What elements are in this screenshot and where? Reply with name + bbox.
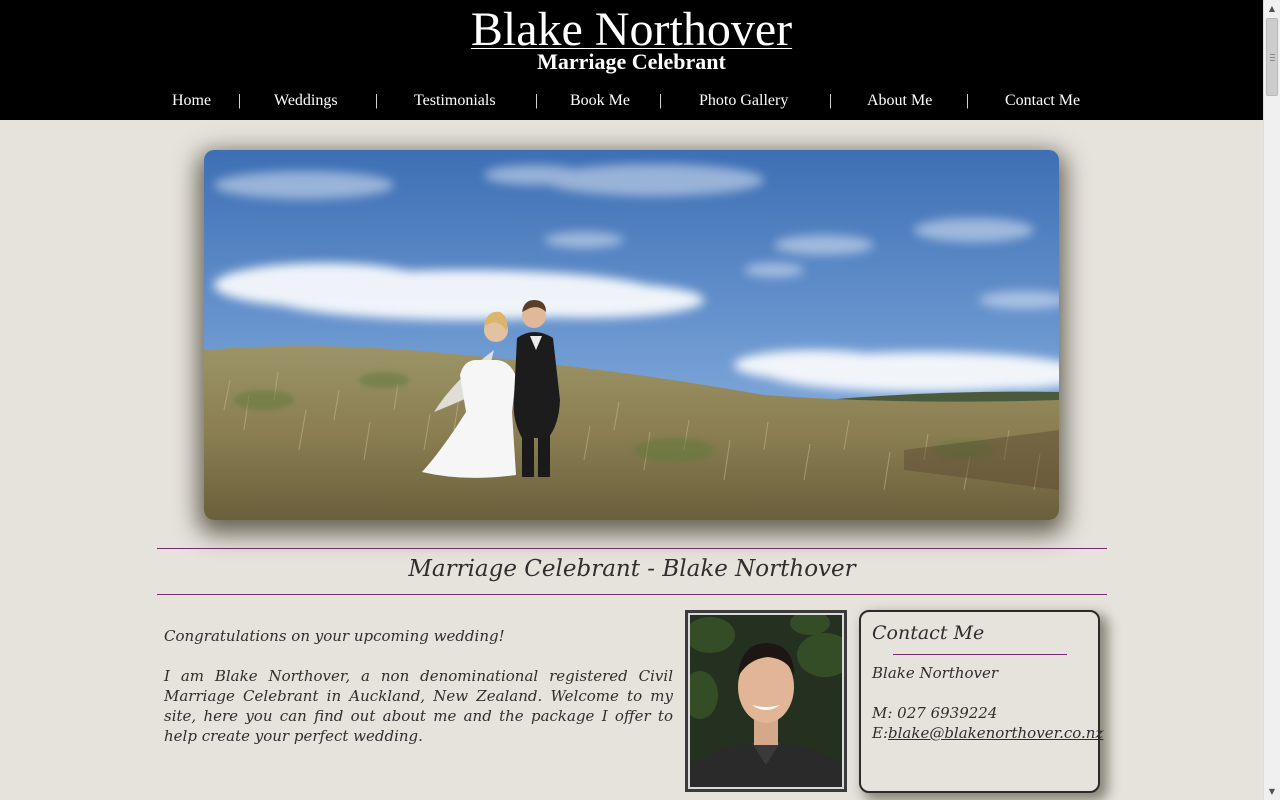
hero-image: [204, 150, 1059, 520]
contact-heading: Contact Me: [872, 622, 985, 644]
main-nav: Home | Weddings | Testimonials | Book Me…: [0, 92, 1263, 116]
email-link[interactable]: blake@blakenorthover.co.nz: [888, 724, 1103, 742]
intro-greeting: Congratulations on your upcoming wedding…: [164, 627, 505, 645]
contact-name: Blake Northover: [872, 664, 999, 682]
email-prefix: E:: [872, 724, 889, 742]
contact-box: Contact Me Blake Northover M: 027 693922…: [859, 610, 1103, 793]
nav-weddings[interactable]: Weddings: [274, 92, 338, 110]
nav-separator: |: [535, 92, 539, 109]
site-subtitle: Marriage Celebrant: [537, 49, 726, 74]
scroll-up-arrow-icon[interactable]: ▲: [1264, 0, 1280, 17]
nav-home[interactable]: Home: [172, 92, 211, 110]
nav-separator: |: [659, 92, 663, 109]
nav-about-me[interactable]: About Me: [867, 92, 932, 110]
page-heading: Marriage Celebrant - Blake Northover: [408, 556, 856, 582]
nav-testimonials[interactable]: Testimonials: [414, 92, 496, 110]
nav-separator: |: [375, 92, 379, 109]
title-rule-top: [157, 548, 1107, 549]
scrollbar-thumb[interactable]: [1266, 18, 1278, 96]
nav-photo-gallery[interactable]: Photo Gallery: [699, 92, 788, 110]
nav-contact-me[interactable]: Contact Me: [1005, 92, 1080, 110]
nav-separator: |: [829, 92, 833, 109]
intro-body: I am Blake Northover, a non denomination…: [164, 667, 673, 745]
vertical-scrollbar[interactable]: ▲ ▼: [1263, 0, 1280, 800]
intro-text: Congratulations on your upcoming wedding…: [164, 626, 673, 746]
title-rule-bottom: [157, 594, 1107, 595]
wedding-photo: [204, 150, 1059, 520]
site-header: Blake Northover Marriage Celebrant Home …: [0, 0, 1263, 120]
nav-separator: |: [238, 92, 242, 109]
contact-mobile: M: 027 6939224: [872, 704, 998, 722]
scroll-down-arrow-icon[interactable]: ▼: [1264, 783, 1280, 800]
portrait-photo: [690, 615, 842, 787]
nav-book-me[interactable]: Book Me: [570, 92, 630, 110]
contact-rule: [893, 654, 1067, 655]
nav-separator: |: [966, 92, 970, 109]
celebrant-portrait: [685, 610, 847, 792]
contact-email: E:blake@blakenorthover.co.nz: [872, 724, 1103, 742]
